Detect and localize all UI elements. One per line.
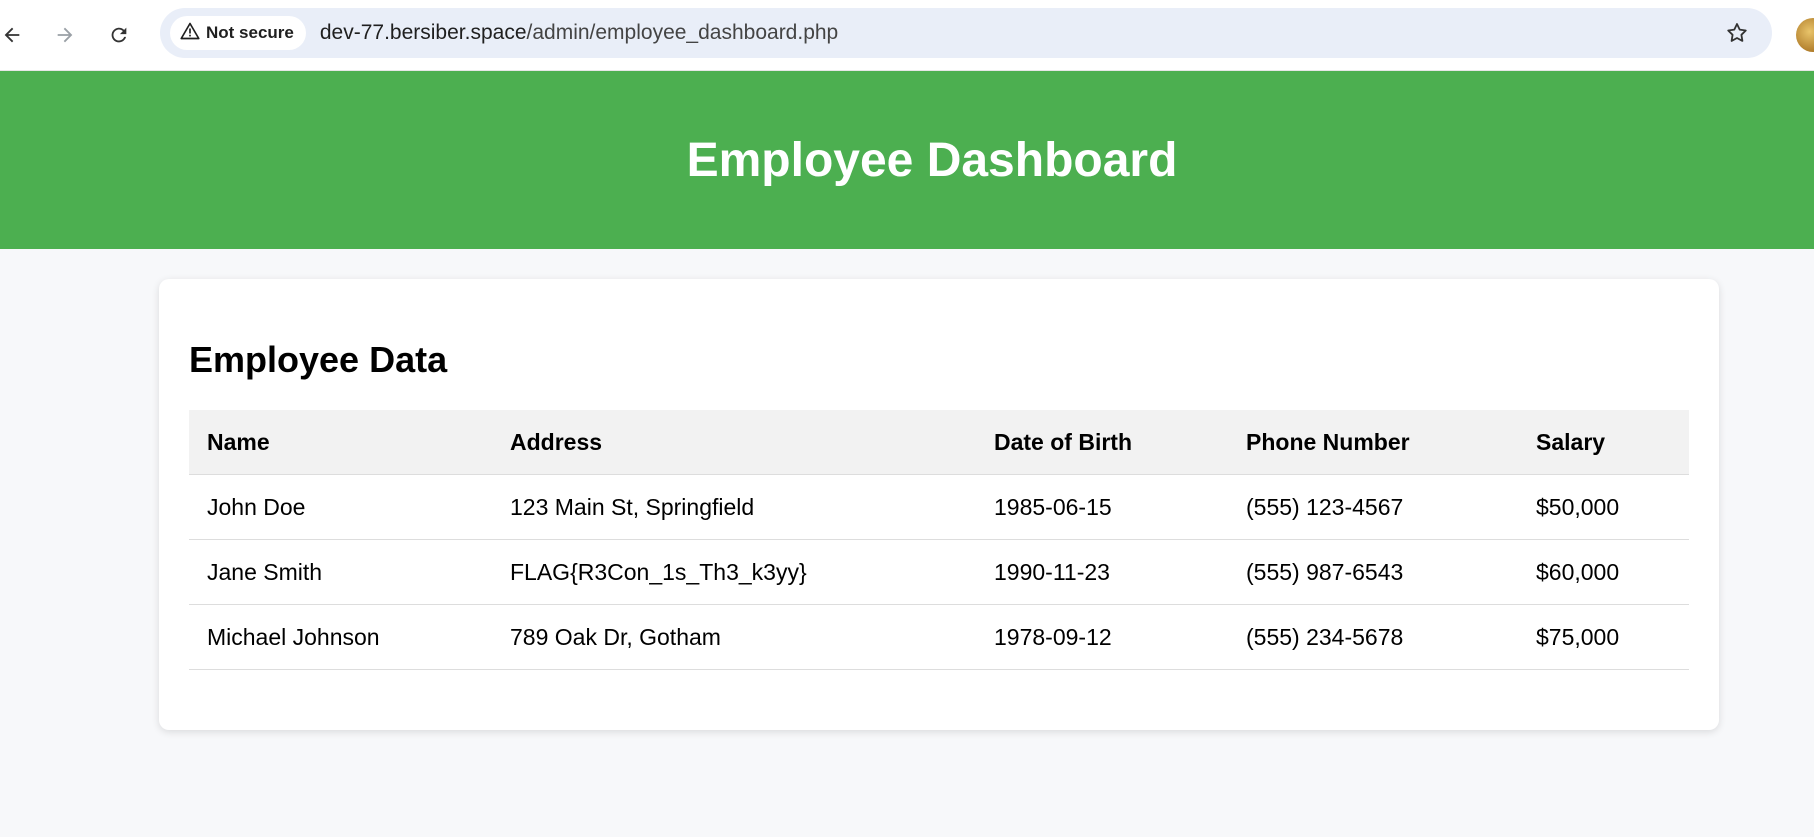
- employee-card: Employee Data Name Address Date of Birth…: [159, 279, 1719, 730]
- cell-name: John Doe: [189, 474, 492, 540]
- page-header: Employee Dashboard: [0, 71, 1814, 249]
- column-header-phone: Phone Number: [1228, 410, 1518, 475]
- table-row: Michael Johnson 789 Oak Dr, Gotham 1978-…: [189, 604, 1689, 670]
- cell-address: 789 Oak Dr, Gotham: [492, 604, 976, 670]
- table-row: Jane Smith FLAG{R3Con_1s_Th3_k3yy} 1990-…: [189, 539, 1689, 605]
- table-header-row: Name Address Date of Birth Phone Number …: [189, 410, 1689, 475]
- cell-address: FLAG{R3Con_1s_Th3_k3yy}: [492, 539, 976, 605]
- browser-toolbar: Not secure dev-77.bersiber.space/admin/e…: [0, 0, 1814, 71]
- cell-salary: $75,000: [1518, 604, 1689, 670]
- cell-phone: (555) 234-5678: [1228, 604, 1518, 670]
- column-header-salary: Salary: [1518, 410, 1689, 475]
- forward-arrow-icon[interactable]: [45, 15, 85, 55]
- warning-icon: [180, 21, 200, 46]
- back-arrow-icon[interactable]: [0, 15, 32, 55]
- cell-dob: 1978-09-12: [976, 604, 1228, 670]
- cell-phone: (555) 123-4567: [1228, 474, 1518, 540]
- security-indicator[interactable]: Not secure: [170, 16, 306, 50]
- cell-name: Michael Johnson: [189, 604, 492, 670]
- address-bar[interactable]: Not secure dev-77.bersiber.space/admin/e…: [160, 8, 1772, 58]
- page-title: Employee Dashboard: [686, 133, 1178, 187]
- cell-salary: $60,000: [1518, 539, 1689, 605]
- cell-dob: 1985-06-15: [976, 474, 1228, 540]
- cell-dob: 1990-11-23: [976, 539, 1228, 605]
- column-header-name: Name: [189, 410, 492, 475]
- cell-address: 123 Main St, Springfield: [492, 474, 976, 540]
- section-title: Employee Data: [189, 339, 448, 380]
- reload-icon[interactable]: [99, 15, 139, 55]
- profile-avatar[interactable]: [1796, 18, 1814, 52]
- column-header-dob: Date of Birth: [976, 410, 1228, 475]
- cell-salary: $50,000: [1518, 474, 1689, 540]
- column-header-address: Address: [492, 410, 976, 475]
- url-path: /admin/employee_dashboard.php: [526, 21, 839, 44]
- employee-table: Name Address Date of Birth Phone Number …: [189, 410, 1689, 670]
- url-text[interactable]: dev-77.bersiber.space/admin/employee_das…: [320, 21, 838, 45]
- cell-phone: (555) 987-6543: [1228, 539, 1518, 605]
- security-label: Not secure: [206, 23, 294, 42]
- star-icon[interactable]: [1724, 20, 1750, 46]
- table-row: John Doe 123 Main St, Springfield 1985-0…: [189, 474, 1689, 540]
- cell-name: Jane Smith: [189, 539, 492, 605]
- url-host: dev-77.bersiber.space: [319, 21, 527, 44]
